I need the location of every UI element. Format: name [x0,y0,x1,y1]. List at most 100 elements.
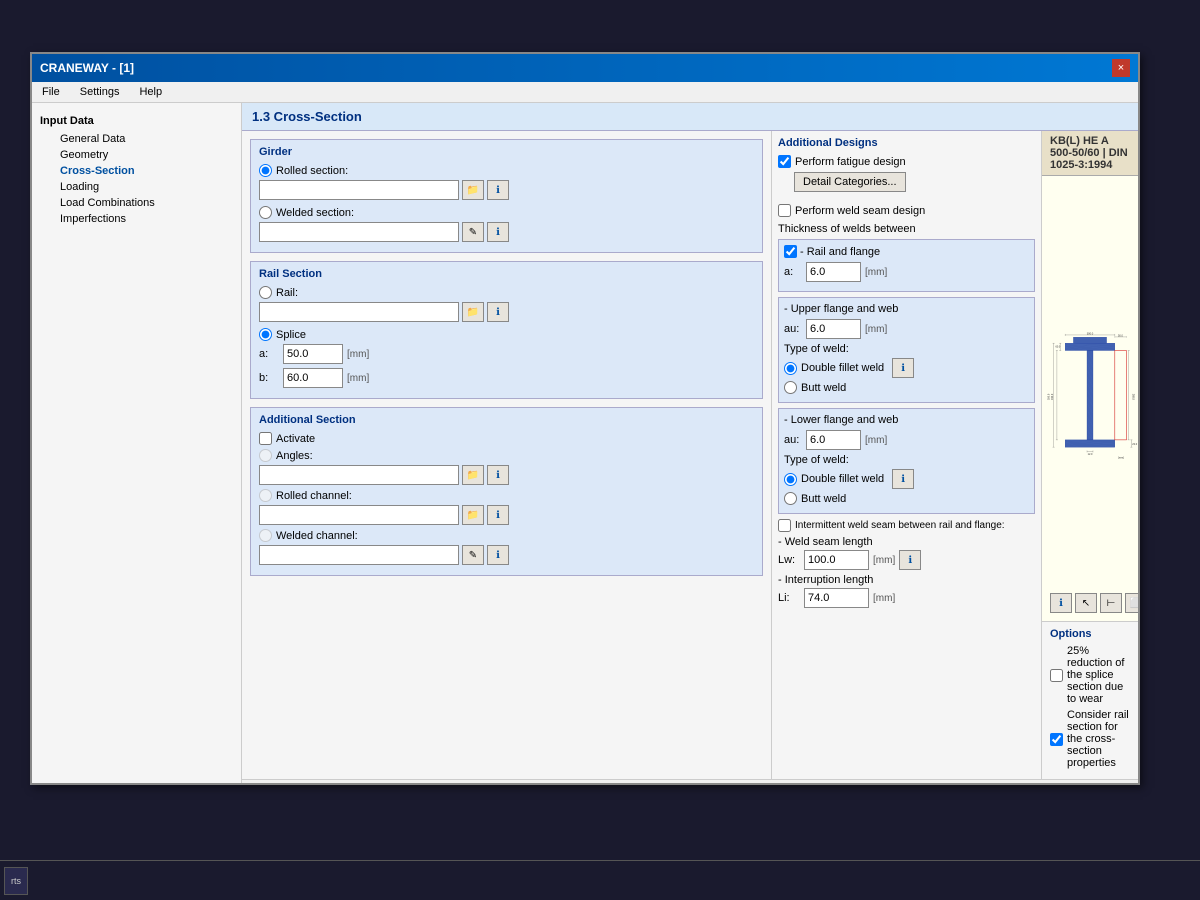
fatigue-checkbox[interactable] [778,155,791,168]
graphic-frame-btn[interactable]: ⬜ [1125,593,1138,613]
rolled-channel-input[interactable]: UPE 400 [259,505,459,525]
upper-au-unit: [mm] [865,324,887,335]
upper-au-input[interactable] [806,319,861,339]
sidebar-item-general-data[interactable]: General Data [32,131,241,147]
rail-flange-checkbox[interactable] [784,245,797,258]
double-fillet-lower-label: Double fillet weld [801,473,884,485]
rolled-channel-input-row: UPE 400 📁 ℹ [259,505,754,525]
welded-channel-input-row: UU 100/100/10/10/10/400/0 ✎ ℹ [259,545,754,565]
type-of-weld-upper-label: Type of weld: [784,343,1029,355]
butt-lower-radio[interactable] [784,492,797,505]
welded-section-input[interactable]: IU 400/180/13.5/8.6/180/13.5/6/6 [259,222,459,242]
option2-row: Consider rail section for the cross-sect… [1050,709,1130,769]
rail-browse-btn[interactable]: 📁 [462,302,484,322]
graphic-ruler-btn[interactable]: ⊢ [1100,593,1122,613]
welded-section-edit-btn[interactable]: ✎ [462,222,484,242]
rail-radio[interactable] [259,286,272,299]
splice-b-row: b: [mm] [259,368,754,388]
angles-row: Angles: [259,449,754,462]
girder-group: Girder Rolled section: HE-A 500 📁 ℹ [250,139,763,253]
splice-b-input[interactable] [283,368,343,388]
option2-label: Consider rail section for the cross-sect… [1067,709,1130,769]
rail-flange-a-input[interactable] [806,262,861,282]
rolled-channel-radio[interactable] [259,489,272,502]
graphic-info-btn[interactable]: ℹ [1050,593,1072,613]
rail-flange-a-row: a: [mm] [784,262,1029,282]
double-fillet-upper-info[interactable]: ℹ [892,358,914,378]
svg-text:268.8: 268.8 [1131,394,1134,401]
weld-thickness-title: Thickness of welds between [778,223,1035,235]
weld-seam-checkbox[interactable] [778,204,791,217]
close-button[interactable]: × [1112,59,1130,77]
splice-row: Splice [259,328,754,341]
splice-radio[interactable] [259,328,272,341]
type-of-weld-lower-label: Type of weld: [784,454,1029,466]
rail-section-title: Rail Section [259,268,754,280]
menu-help[interactable]: Help [135,84,166,100]
input-data-title: Input Data [32,111,241,131]
double-fillet-upper-radio[interactable] [784,362,797,375]
butt-upper-radio[interactable] [784,381,797,394]
rolled-channel-info-btn[interactable]: ℹ [487,505,509,525]
sidebar-item-imperfections[interactable]: Imperfections [32,211,241,227]
lower-au-label: au: [784,434,802,446]
butt-lower-row: Butt weld [784,492,1029,505]
welded-channel-radio[interactable] [259,529,272,542]
cross-section-container: 300.0 50.0 60.0 [1042,176,1138,621]
rolled-section-info-btn[interactable]: ℹ [487,180,509,200]
lw-input[interactable] [804,550,869,570]
menu-bar: File Settings Help [32,82,1138,103]
option1-checkbox[interactable] [1050,669,1063,682]
additional-section-title: Additional Section [259,414,754,426]
butt-upper-row: Butt weld [784,381,1029,394]
detail-categories-btn[interactable]: Detail Categories... [794,172,906,192]
activate-label: Activate [276,433,315,445]
sidebar-item-loading[interactable]: Loading [32,179,241,195]
graphic-cursor-btn[interactable]: ↖ [1075,593,1097,613]
angles-input[interactable]: L 50x50x5 [259,465,459,485]
rolled-section-input[interactable]: HE-A 500 [259,180,459,200]
rolled-channel-browse-btn[interactable]: 📁 [462,505,484,525]
intermittent-row: Intermittent weld seam between rail and … [778,519,1035,532]
welded-channel-row: Welded channel: [259,529,754,542]
double-fillet-lower-info[interactable]: ℹ [892,469,914,489]
activate-checkbox[interactable] [259,432,272,445]
menu-file[interactable]: File [38,84,64,100]
welded-channel-info-btn[interactable]: ℹ [487,545,509,565]
sidebar-item-geometry[interactable]: Geometry [32,147,241,163]
main-content: 1.3 Cross-Section Girder Rolled section:… [242,103,1138,783]
svg-text:490.0: 490.0 [1051,393,1054,400]
menu-settings[interactable]: Settings [76,84,124,100]
lw-info-btn[interactable]: ℹ [899,550,921,570]
li-input[interactable] [804,588,869,608]
lower-au-input[interactable] [806,430,861,450]
additional-designs-panel: Additional Designs Perform fatigue desig… [772,131,1042,779]
option2-checkbox[interactable] [1050,733,1063,746]
graphic-title: KB(L) HE A 500-50/60 | DIN 1025-3:1994 [1042,131,1138,176]
weld-seam-label: Perform weld seam design [795,205,925,217]
angles-radio[interactable] [259,449,272,462]
intermittent-checkbox[interactable] [778,519,791,532]
taskbar-btn-1[interactable]: rts [4,867,28,895]
rolled-section-radio[interactable] [259,164,272,177]
splice-a-input[interactable] [283,344,343,364]
lower-au-unit: [mm] [865,435,887,446]
splice-label: Splice [276,329,306,341]
activate-row: Activate [259,432,754,445]
content-area: Input Data General Data Geometry Cross-S… [32,103,1138,783]
angles-browse-btn[interactable]: 📁 [462,465,484,485]
rail-flange-group: - Rail and flange a: [mm] [778,239,1035,292]
welded-channel-input[interactable]: UU 100/100/10/10/10/400/0 [259,545,459,565]
welded-channel-edit-btn[interactable]: ✎ [462,545,484,565]
svg-text:550.0: 550.0 [1048,393,1051,400]
welded-section-info-btn[interactable]: ℹ [487,222,509,242]
rolled-section-browse-btn[interactable]: 📁 [462,180,484,200]
angles-info-btn[interactable]: ℹ [487,465,509,485]
sidebar-item-load-combinations[interactable]: Load Combinations [32,195,241,211]
svg-text:60.0: 60.0 [1055,346,1060,349]
double-fillet-lower-radio[interactable] [784,473,797,486]
rail-input[interactable]: SA 45 [259,302,459,322]
welded-section-radio[interactable] [259,206,272,219]
rail-info-btn[interactable]: ℹ [487,302,509,322]
sidebar-item-cross-section[interactable]: Cross-Section [32,163,241,179]
